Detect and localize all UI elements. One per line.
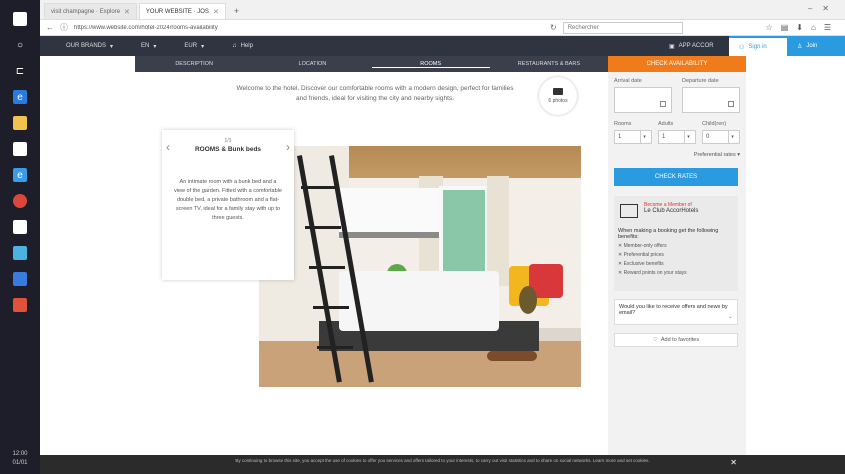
close-icon[interactable]: ✕ (124, 8, 130, 16)
chevron-right-icon[interactable]: › (286, 140, 290, 154)
office-icon[interactable] (13, 298, 27, 312)
tab-bar: visit champagne · Explore ✕ YOUR WEBSITE… (40, 0, 845, 20)
store-icon[interactable] (13, 142, 27, 156)
os-taskbar: ○ ⊏ e e 12:00 01/01 (0, 0, 40, 474)
room-description: An intimate room with a bunk bed and a v… (174, 179, 282, 221)
browser-tab-active[interactable]: YOUR WEBSITE · JOS ✕ (138, 3, 226, 19)
our-brands-menu[interactable]: OUR BRANDS ▾ (66, 43, 113, 50)
tab-title: visit champagne · Explore (51, 8, 121, 15)
arrival-date-input[interactable] (614, 87, 672, 113)
search-icon[interactable]: ○ (13, 38, 27, 52)
photos-label: 6 photos (548, 98, 568, 104)
promo-text: When making a booking get the following … (618, 228, 719, 240)
browser-search-input[interactable]: Rechercher (562, 21, 683, 34)
close-icon[interactable]: ✕ (213, 8, 219, 16)
chevron-left-icon[interactable]: ‹ (166, 140, 170, 154)
currency-menu[interactable]: EUR ▾ (184, 43, 204, 50)
newsletter-box[interactable]: Would you like to receive offers and new… (614, 299, 738, 325)
url-bar: ← ⓘ ↻ Rechercher ☆▤⬇⌂☰ (40, 20, 845, 36)
newsletter-text: Would you like to receive offers and new… (619, 304, 728, 316)
browser-tab[interactable]: visit champagne · Explore ✕ (44, 3, 137, 19)
back-icon[interactable]: ← (46, 23, 54, 32)
benefit-item: ✕ Reward points on your stays (618, 270, 687, 276)
user-plus-icon: ♙ (797, 43, 803, 50)
search-placeholder: Rechercher (567, 24, 599, 31)
room-photo[interactable] (259, 146, 581, 387)
chevron-down-icon: ▾ (728, 131, 736, 143)
chevron-down-icon: ⌄ (727, 314, 733, 320)
tab-description[interactable]: DESCRIPTION (135, 61, 253, 67)
start-icon[interactable] (13, 12, 27, 26)
headset-icon: ♫ (232, 43, 237, 49)
cookie-banner: By continuing to browse this site, you a… (40, 455, 845, 474)
join-button[interactable]: ♙ Join (787, 36, 845, 56)
loyalty-promo: Become a Member of Le Club AccorHotels W… (614, 196, 738, 291)
preferential-rates-link[interactable]: Preferential rates ▾ (614, 152, 740, 158)
departure-date-input[interactable] (682, 87, 740, 113)
benefit-item: ✕ Exclusive benefits (618, 261, 664, 267)
folder-icon[interactable] (13, 116, 27, 130)
edge-icon[interactable]: e (13, 90, 27, 104)
close-icon[interactable]: ✕ (730, 459, 737, 467)
arrival-label: Arrival date (614, 78, 642, 84)
add-favorites-button[interactable]: ♡ Add to favorites (614, 333, 738, 347)
adults-label: Adults (658, 121, 674, 127)
window-controls[interactable]: –✕ (808, 4, 839, 13)
chevron-down-icon: ▾ (684, 131, 692, 143)
check-rates-button[interactable]: CHECK RATES (614, 168, 738, 186)
tab-rooms[interactable]: ROOMS (371, 61, 490, 68)
tab-location[interactable]: LOCATION (253, 61, 371, 67)
ie-icon[interactable]: e (13, 168, 27, 182)
shield-icon[interactable] (13, 246, 27, 260)
media-icon[interactable] (13, 272, 27, 286)
info-icon[interactable]: ⓘ (60, 22, 68, 33)
room-title: ROOMS & Bunk beds (194, 146, 262, 153)
departure-label: Departure date (682, 78, 719, 84)
hotel-subnav: DESCRIPTION LOCATION ROOMS RESTAURANTS &… (135, 56, 608, 72)
chevron-down-icon: ▾ (640, 131, 648, 143)
calendar-icon (728, 101, 734, 107)
children-select[interactable]: 0 ▾ (702, 130, 740, 144)
reload-icon[interactable]: ↻ (550, 23, 557, 32)
children-label: Child(ren) (702, 121, 727, 127)
calendar-icon (660, 101, 666, 107)
task-view-icon[interactable]: ⊏ (13, 64, 27, 78)
adults-select[interactable]: 1 ▾ (658, 130, 696, 144)
language-menu[interactable]: EN ▾ (141, 43, 156, 50)
site-top-nav: OUR BRANDS ▾ EN ▾ EUR ▾ ♫ Help ▣ APP ACCOR ⚇ S… (40, 36, 845, 56)
promo-title[interactable]: Le Club AccorHotels (644, 208, 734, 214)
lock-icon[interactable] (13, 220, 27, 234)
card-icon (620, 204, 638, 218)
heart-icon: ♡ (652, 337, 658, 343)
booking-header[interactable]: CHECK AVAILABILITY (608, 56, 746, 72)
intro-text: Welcome to the hotel. Discover our comfo… (236, 85, 514, 102)
phone-icon: ▣ (669, 43, 675, 50)
user-icon: ⚇ (739, 44, 745, 51)
cookie-text: By continuing to browse this site, you a… (235, 458, 650, 463)
photos-button[interactable]: 6 photos (539, 77, 577, 115)
help-link[interactable]: ♫ Help (232, 43, 253, 49)
chrome-icon[interactable] (13, 194, 27, 208)
tab-restaurants[interactable]: RESTAURANTS & BARS (490, 61, 608, 67)
toolbar-icons[interactable]: ☆▤⬇⌂☰ (766, 23, 839, 32)
room-counter: 1/3 (224, 138, 232, 144)
rooms-select[interactable]: 1 ▾ (614, 130, 652, 144)
room-info-card: ‹ › 1/3 ROOMS & Bunk beds An intimate ro… (162, 130, 294, 280)
signin-button[interactable]: ⚇ Sign in (729, 36, 787, 56)
app-button[interactable]: ▣ APP ACCOR (659, 36, 729, 56)
tab-title: YOUR WEBSITE · JOS (145, 8, 209, 15)
benefit-item: ✕ Member-only offers (618, 243, 667, 249)
benefit-item: ✕ Preferential prices (618, 252, 664, 258)
rooms-section: Welcome to the hotel. Discover our comfo… (135, 72, 608, 455)
clock[interactable]: 12:00 01/01 (0, 450, 40, 468)
address-input[interactable] (74, 21, 544, 34)
rooms-label: Rooms (614, 121, 632, 127)
new-tab-icon[interactable]: + (228, 6, 245, 16)
booking-sidebar: Arrival date Departure date Rooms 1 ▾ Adu… (608, 72, 746, 455)
camera-icon (553, 88, 563, 95)
